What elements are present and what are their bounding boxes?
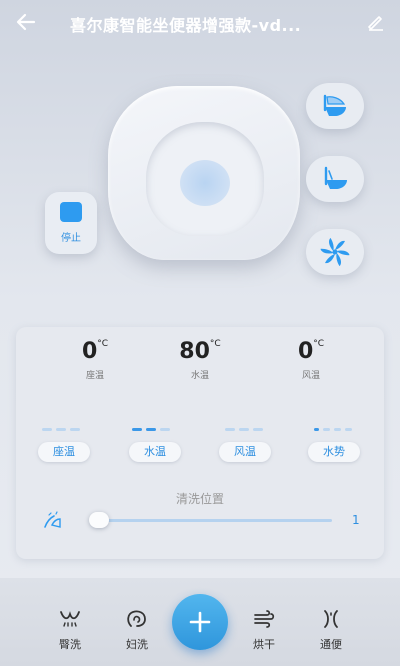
wash-position-icon	[44, 511, 61, 528]
dry-button[interactable]: 烘干	[242, 608, 286, 652]
level-dot	[239, 428, 249, 431]
level-dot	[70, 428, 80, 431]
level-dots-seat-temp	[42, 428, 80, 432]
hip-wash-button[interactable]: 臀洗	[48, 608, 92, 652]
seat-temp-unit: °C	[97, 339, 109, 349]
seat-temp-chip[interactable]: 座温	[38, 442, 90, 462]
air-temp-chip[interactable]: 风温	[219, 442, 271, 462]
app-header: 喜尔康智能坐便器增强款-vd...	[0, 0, 400, 46]
add-button[interactable]	[172, 594, 228, 650]
water-pressure-chip[interactable]: 水势	[308, 442, 360, 462]
wash-position-slider-handle[interactable]	[88, 512, 109, 528]
bowel-assist-label: 通便	[320, 638, 342, 651]
fan-icon	[320, 237, 350, 267]
level-dot	[323, 428, 330, 431]
level-dot	[56, 428, 66, 431]
level-dot	[345, 428, 352, 431]
level-dot	[253, 428, 263, 431]
seat-lid-open-icon	[323, 94, 346, 116]
edit-pencil-icon[interactable]	[366, 12, 386, 32]
back-arrow-icon[interactable]	[14, 10, 38, 34]
water-temp-readout: 80°C 水温	[160, 339, 240, 381]
level-dot	[132, 428, 142, 431]
water-temp-chip[interactable]: 水温	[129, 442, 181, 462]
water-temp-unit: °C	[209, 339, 221, 349]
control-panel: 0°C 座温 80°C 水温 0°C 风温 座温 水温 风温 水势 清洗位置 1	[16, 327, 384, 559]
level-dot	[146, 428, 156, 431]
toilet-seat-illustration	[108, 86, 300, 260]
level-dot	[160, 428, 170, 431]
level-dot	[42, 428, 52, 431]
bottom-action-bar: 臀洗 妇洗 烘干 通便	[0, 578, 400, 666]
level-dots-air-temp	[225, 428, 263, 432]
toilet-bowl	[146, 122, 264, 236]
seat-lid-close-button[interactable]	[306, 156, 364, 202]
plus-icon	[189, 611, 211, 633]
seat-temp-readout: 0°C 座温	[55, 339, 135, 381]
air-temp-label: 风温	[301, 371, 320, 381]
feminine-wash-icon	[127, 610, 146, 627]
water-temp-label: 水温	[190, 371, 209, 381]
seat-lid-open-button[interactable]	[306, 83, 364, 129]
water-indicator	[180, 160, 230, 206]
level-dot	[314, 428, 319, 431]
water-temp-value: 80	[179, 339, 210, 364]
feminine-wash-button[interactable]: 妇洗	[115, 608, 159, 652]
seat-temp-value: 0	[81, 339, 98, 364]
seat-temp-label: 座温	[85, 371, 104, 381]
hip-wash-icon	[60, 611, 80, 627]
wash-position-slider-track[interactable]	[94, 519, 332, 522]
air-temp-value: 0	[297, 339, 314, 364]
stop-icon	[60, 202, 82, 222]
seat-lid-close-icon	[324, 166, 347, 189]
dry-icon	[254, 610, 275, 628]
level-dots-water-pressure	[314, 428, 352, 432]
air-temp-readout: 0°C 风温	[271, 339, 351, 381]
bowel-assist-icon	[324, 610, 338, 628]
level-dots-water-temp	[132, 428, 170, 432]
page-title: 喜尔康智能坐便器增强款-vd...	[70, 16, 302, 35]
feminine-wash-label: 妇洗	[126, 638, 148, 651]
level-dot	[334, 428, 341, 431]
wash-position-value: 1	[352, 513, 360, 527]
bowel-assist-button[interactable]: 通便	[309, 608, 353, 652]
level-dot	[225, 428, 235, 431]
fan-button[interactable]	[306, 229, 364, 275]
dry-label: 烘干	[253, 638, 275, 651]
air-temp-unit: °C	[313, 339, 325, 349]
stop-label: 停止	[61, 233, 81, 244]
stop-button[interactable]: 停止	[45, 192, 97, 254]
wash-position-title: 清洗位置	[175, 492, 224, 506]
hip-wash-label: 臀洗	[59, 638, 81, 651]
